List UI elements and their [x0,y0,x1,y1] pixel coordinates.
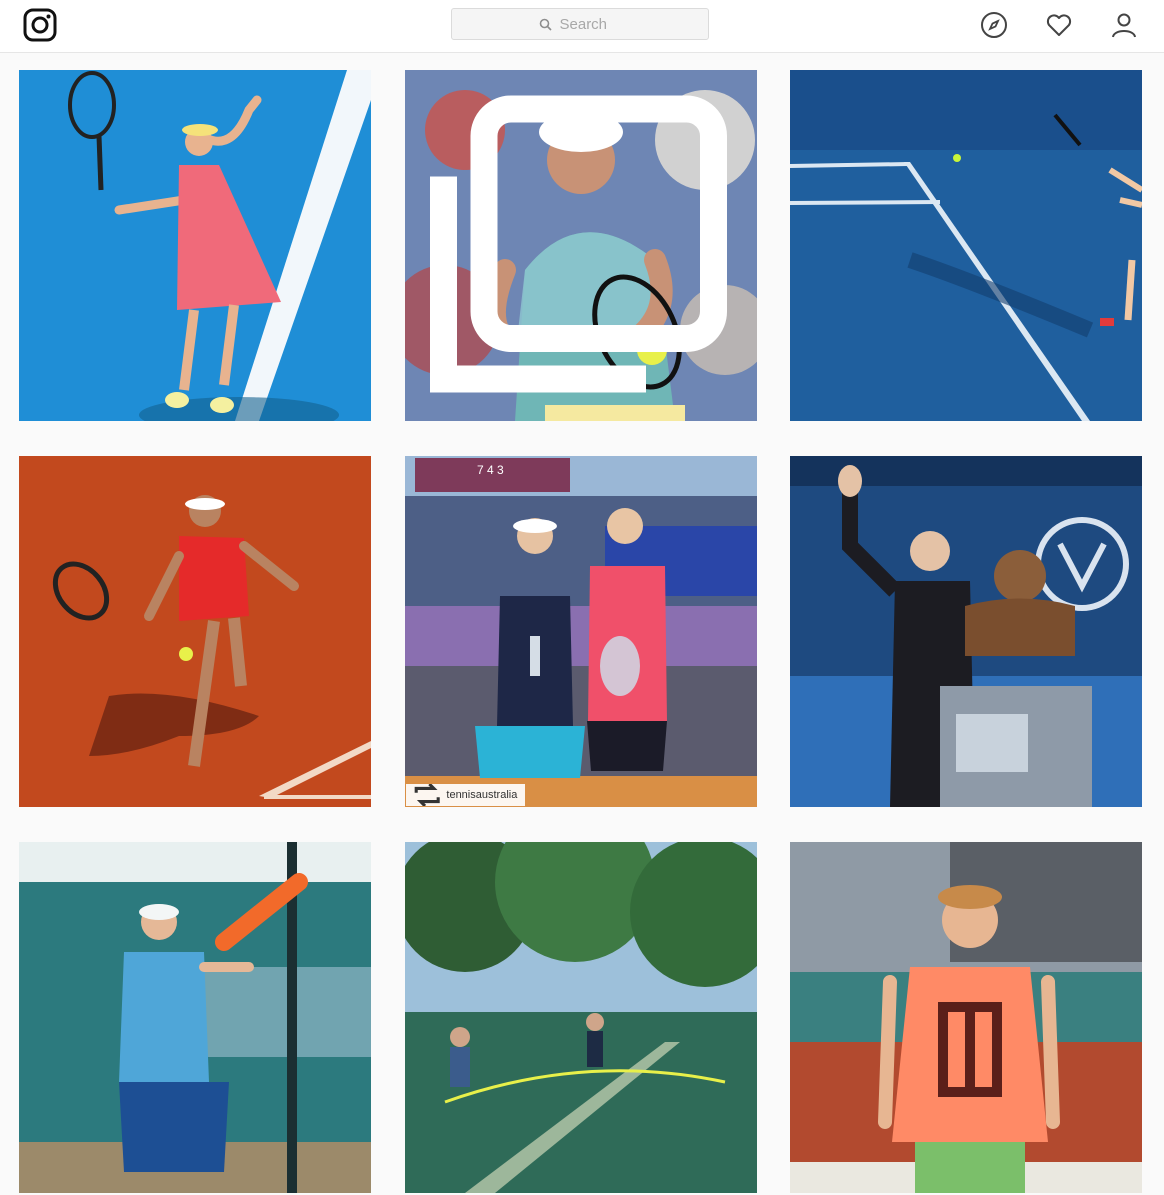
post-tile-blue-court-lines[interactable] [790,70,1142,421]
post-tile-serve-blue-court[interactable] [19,70,371,421]
post-image: 7 4 3 [405,456,757,807]
post-image [19,842,371,1193]
post-image [790,70,1142,421]
explore-compass-icon[interactable] [979,10,1009,40]
search-icon [539,18,552,31]
search-input[interactable] [557,14,622,34]
multiple-photos-icon [430,95,727,393]
profile-person-icon[interactable] [1109,10,1139,40]
activity-heart-icon[interactable] [1044,10,1074,40]
post-tile-forehand-fence[interactable] [19,842,371,1193]
instagram-camera-icon[interactable] [22,7,58,43]
post-image [405,842,757,1193]
post-image [19,456,371,807]
repost-tag[interactable]: tennisaustralia [406,784,526,806]
post-tile-man-with-bust[interactable] [790,456,1142,807]
post-tile-backhand-white-cap[interactable] [405,70,757,421]
top-bar [0,0,1164,53]
post-image [790,456,1142,807]
scoreboard-text: 7 4 3 [477,463,504,477]
post-image [790,842,1142,1193]
post-image [19,70,371,421]
post-tile-trophy-ceremony[interactable]: 7 4 3 tennisaustralia [405,456,757,807]
post-tile-park-courts-trees[interactable] [405,842,757,1193]
repost-username: tennisaustralia [446,789,518,801]
repost-icon [414,784,440,806]
search-box[interactable] [451,8,709,40]
post-tile-forehand-clay-court[interactable] [19,456,371,807]
post-tile-boy-orange-shirt[interactable] [790,842,1142,1193]
